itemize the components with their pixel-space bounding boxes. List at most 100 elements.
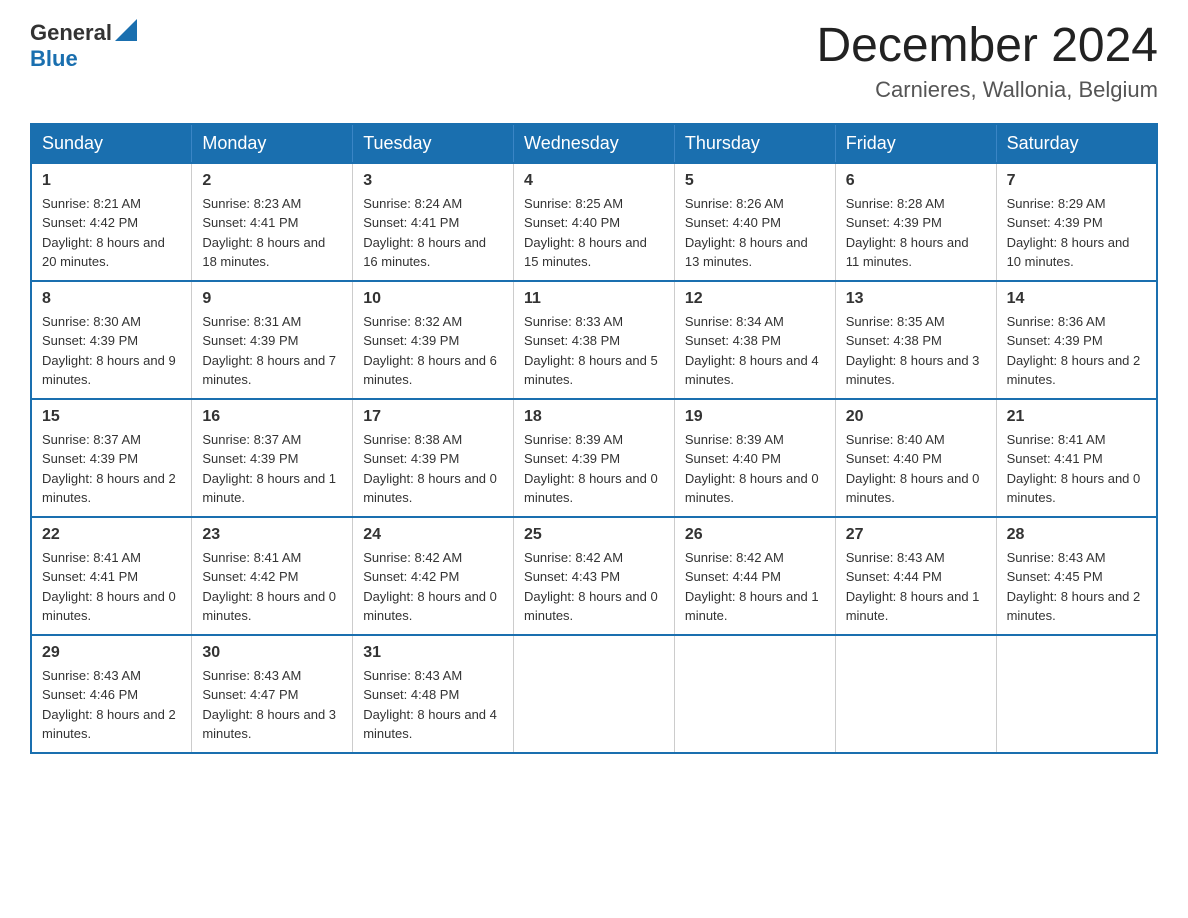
calendar-day-cell: 27 Sunrise: 8:43 AM Sunset: 4:44 PM Dayl… [835,517,996,635]
day-info: Sunrise: 8:28 AM Sunset: 4:39 PM Dayligh… [846,194,986,272]
day-number: 27 [846,526,986,544]
day-number: 11 [524,290,664,308]
month-title: December 2024 [816,20,1158,73]
day-info: Sunrise: 8:37 AM Sunset: 4:39 PM Dayligh… [42,430,181,508]
day-info: Sunrise: 8:40 AM Sunset: 4:40 PM Dayligh… [846,430,986,508]
calendar-day-cell: 19 Sunrise: 8:39 AM Sunset: 4:40 PM Dayl… [674,399,835,517]
day-number: 13 [846,290,986,308]
calendar-day-cell: 15 Sunrise: 8:37 AM Sunset: 4:39 PM Dayl… [31,399,192,517]
day-info: Sunrise: 8:42 AM Sunset: 4:43 PM Dayligh… [524,548,664,626]
calendar-day-cell: 25 Sunrise: 8:42 AM Sunset: 4:43 PM Dayl… [514,517,675,635]
page-header: General Blue December 2024 Carnieres, Wa… [30,20,1158,103]
day-number: 21 [1007,408,1146,426]
weekday-header-saturday: Saturday [996,124,1157,163]
day-info: Sunrise: 8:38 AM Sunset: 4:39 PM Dayligh… [363,430,503,508]
calendar-day-cell: 5 Sunrise: 8:26 AM Sunset: 4:40 PM Dayli… [674,163,835,281]
calendar-day-cell: 11 Sunrise: 8:33 AM Sunset: 4:38 PM Dayl… [514,281,675,399]
weekday-header-wednesday: Wednesday [514,124,675,163]
calendar-day-cell: 28 Sunrise: 8:43 AM Sunset: 4:45 PM Dayl… [996,517,1157,635]
calendar-day-cell: 13 Sunrise: 8:35 AM Sunset: 4:38 PM Dayl… [835,281,996,399]
calendar-day-cell [996,635,1157,753]
day-info: Sunrise: 8:39 AM Sunset: 4:39 PM Dayligh… [524,430,664,508]
location-subtitle: Carnieres, Wallonia, Belgium [816,77,1158,103]
calendar-day-cell: 14 Sunrise: 8:36 AM Sunset: 4:39 PM Dayl… [996,281,1157,399]
weekday-header-tuesday: Tuesday [353,124,514,163]
calendar-day-cell: 31 Sunrise: 8:43 AM Sunset: 4:48 PM Dayl… [353,635,514,753]
weekday-header-monday: Monday [192,124,353,163]
day-info: Sunrise: 8:24 AM Sunset: 4:41 PM Dayligh… [363,194,503,272]
day-info: Sunrise: 8:42 AM Sunset: 4:42 PM Dayligh… [363,548,503,626]
day-number: 28 [1007,526,1146,544]
calendar-day-cell: 7 Sunrise: 8:29 AM Sunset: 4:39 PM Dayli… [996,163,1157,281]
calendar-day-cell: 12 Sunrise: 8:34 AM Sunset: 4:38 PM Dayl… [674,281,835,399]
day-number: 15 [42,408,181,426]
day-info: Sunrise: 8:43 AM Sunset: 4:45 PM Dayligh… [1007,548,1146,626]
calendar-day-cell: 17 Sunrise: 8:38 AM Sunset: 4:39 PM Dayl… [353,399,514,517]
day-info: Sunrise: 8:43 AM Sunset: 4:44 PM Dayligh… [846,548,986,626]
day-number: 20 [846,408,986,426]
day-number: 7 [1007,172,1146,190]
day-info: Sunrise: 8:23 AM Sunset: 4:41 PM Dayligh… [202,194,342,272]
day-number: 29 [42,644,181,662]
day-info: Sunrise: 8:41 AM Sunset: 4:41 PM Dayligh… [1007,430,1146,508]
day-number: 22 [42,526,181,544]
day-number: 30 [202,644,342,662]
day-info: Sunrise: 8:34 AM Sunset: 4:38 PM Dayligh… [685,312,825,390]
day-number: 12 [685,290,825,308]
day-number: 1 [42,172,181,190]
calendar-day-cell [674,635,835,753]
day-info: Sunrise: 8:41 AM Sunset: 4:42 PM Dayligh… [202,548,342,626]
day-info: Sunrise: 8:43 AM Sunset: 4:46 PM Dayligh… [42,666,181,744]
calendar-day-cell: 10 Sunrise: 8:32 AM Sunset: 4:39 PM Dayl… [353,281,514,399]
day-info: Sunrise: 8:21 AM Sunset: 4:42 PM Dayligh… [42,194,181,272]
weekday-header-sunday: Sunday [31,124,192,163]
calendar-day-cell: 29 Sunrise: 8:43 AM Sunset: 4:46 PM Dayl… [31,635,192,753]
day-number: 26 [685,526,825,544]
calendar-day-cell: 18 Sunrise: 8:39 AM Sunset: 4:39 PM Dayl… [514,399,675,517]
day-number: 10 [363,290,503,308]
day-number: 18 [524,408,664,426]
calendar-week-row: 8 Sunrise: 8:30 AM Sunset: 4:39 PM Dayli… [31,281,1157,399]
day-number: 24 [363,526,503,544]
day-number: 3 [363,172,503,190]
day-info: Sunrise: 8:30 AM Sunset: 4:39 PM Dayligh… [42,312,181,390]
day-info: Sunrise: 8:39 AM Sunset: 4:40 PM Dayligh… [685,430,825,508]
calendar-day-cell: 24 Sunrise: 8:42 AM Sunset: 4:42 PM Dayl… [353,517,514,635]
calendar-day-cell: 21 Sunrise: 8:41 AM Sunset: 4:41 PM Dayl… [996,399,1157,517]
weekday-header-row: SundayMondayTuesdayWednesdayThursdayFrid… [31,124,1157,163]
logo-general-text: General [30,20,112,46]
calendar-table: SundayMondayTuesdayWednesdayThursdayFrid… [30,123,1158,754]
day-info: Sunrise: 8:43 AM Sunset: 4:48 PM Dayligh… [363,666,503,744]
day-info: Sunrise: 8:33 AM Sunset: 4:38 PM Dayligh… [524,312,664,390]
day-number: 2 [202,172,342,190]
day-number: 31 [363,644,503,662]
day-number: 4 [524,172,664,190]
calendar-day-cell [514,635,675,753]
calendar-day-cell: 8 Sunrise: 8:30 AM Sunset: 4:39 PM Dayli… [31,281,192,399]
weekday-header-thursday: Thursday [674,124,835,163]
day-number: 14 [1007,290,1146,308]
day-info: Sunrise: 8:31 AM Sunset: 4:39 PM Dayligh… [202,312,342,390]
day-number: 8 [42,290,181,308]
day-number: 9 [202,290,342,308]
day-number: 6 [846,172,986,190]
title-section: December 2024 Carnieres, Wallonia, Belgi… [816,20,1158,103]
calendar-day-cell: 20 Sunrise: 8:40 AM Sunset: 4:40 PM Dayl… [835,399,996,517]
day-info: Sunrise: 8:42 AM Sunset: 4:44 PM Dayligh… [685,548,825,626]
calendar-day-cell: 1 Sunrise: 8:21 AM Sunset: 4:42 PM Dayli… [31,163,192,281]
calendar-day-cell: 9 Sunrise: 8:31 AM Sunset: 4:39 PM Dayli… [192,281,353,399]
calendar-week-row: 1 Sunrise: 8:21 AM Sunset: 4:42 PM Dayli… [31,163,1157,281]
calendar-day-cell: 16 Sunrise: 8:37 AM Sunset: 4:39 PM Dayl… [192,399,353,517]
calendar-day-cell: 26 Sunrise: 8:42 AM Sunset: 4:44 PM Dayl… [674,517,835,635]
day-info: Sunrise: 8:37 AM Sunset: 4:39 PM Dayligh… [202,430,342,508]
day-info: Sunrise: 8:25 AM Sunset: 4:40 PM Dayligh… [524,194,664,272]
calendar-week-row: 15 Sunrise: 8:37 AM Sunset: 4:39 PM Dayl… [31,399,1157,517]
day-number: 23 [202,526,342,544]
calendar-day-cell: 3 Sunrise: 8:24 AM Sunset: 4:41 PM Dayli… [353,163,514,281]
calendar-week-row: 29 Sunrise: 8:43 AM Sunset: 4:46 PM Dayl… [31,635,1157,753]
logo-triangle-icon [115,19,137,41]
calendar-day-cell: 22 Sunrise: 8:41 AM Sunset: 4:41 PM Dayl… [31,517,192,635]
day-info: Sunrise: 8:35 AM Sunset: 4:38 PM Dayligh… [846,312,986,390]
calendar-day-cell [835,635,996,753]
calendar-day-cell: 23 Sunrise: 8:41 AM Sunset: 4:42 PM Dayl… [192,517,353,635]
